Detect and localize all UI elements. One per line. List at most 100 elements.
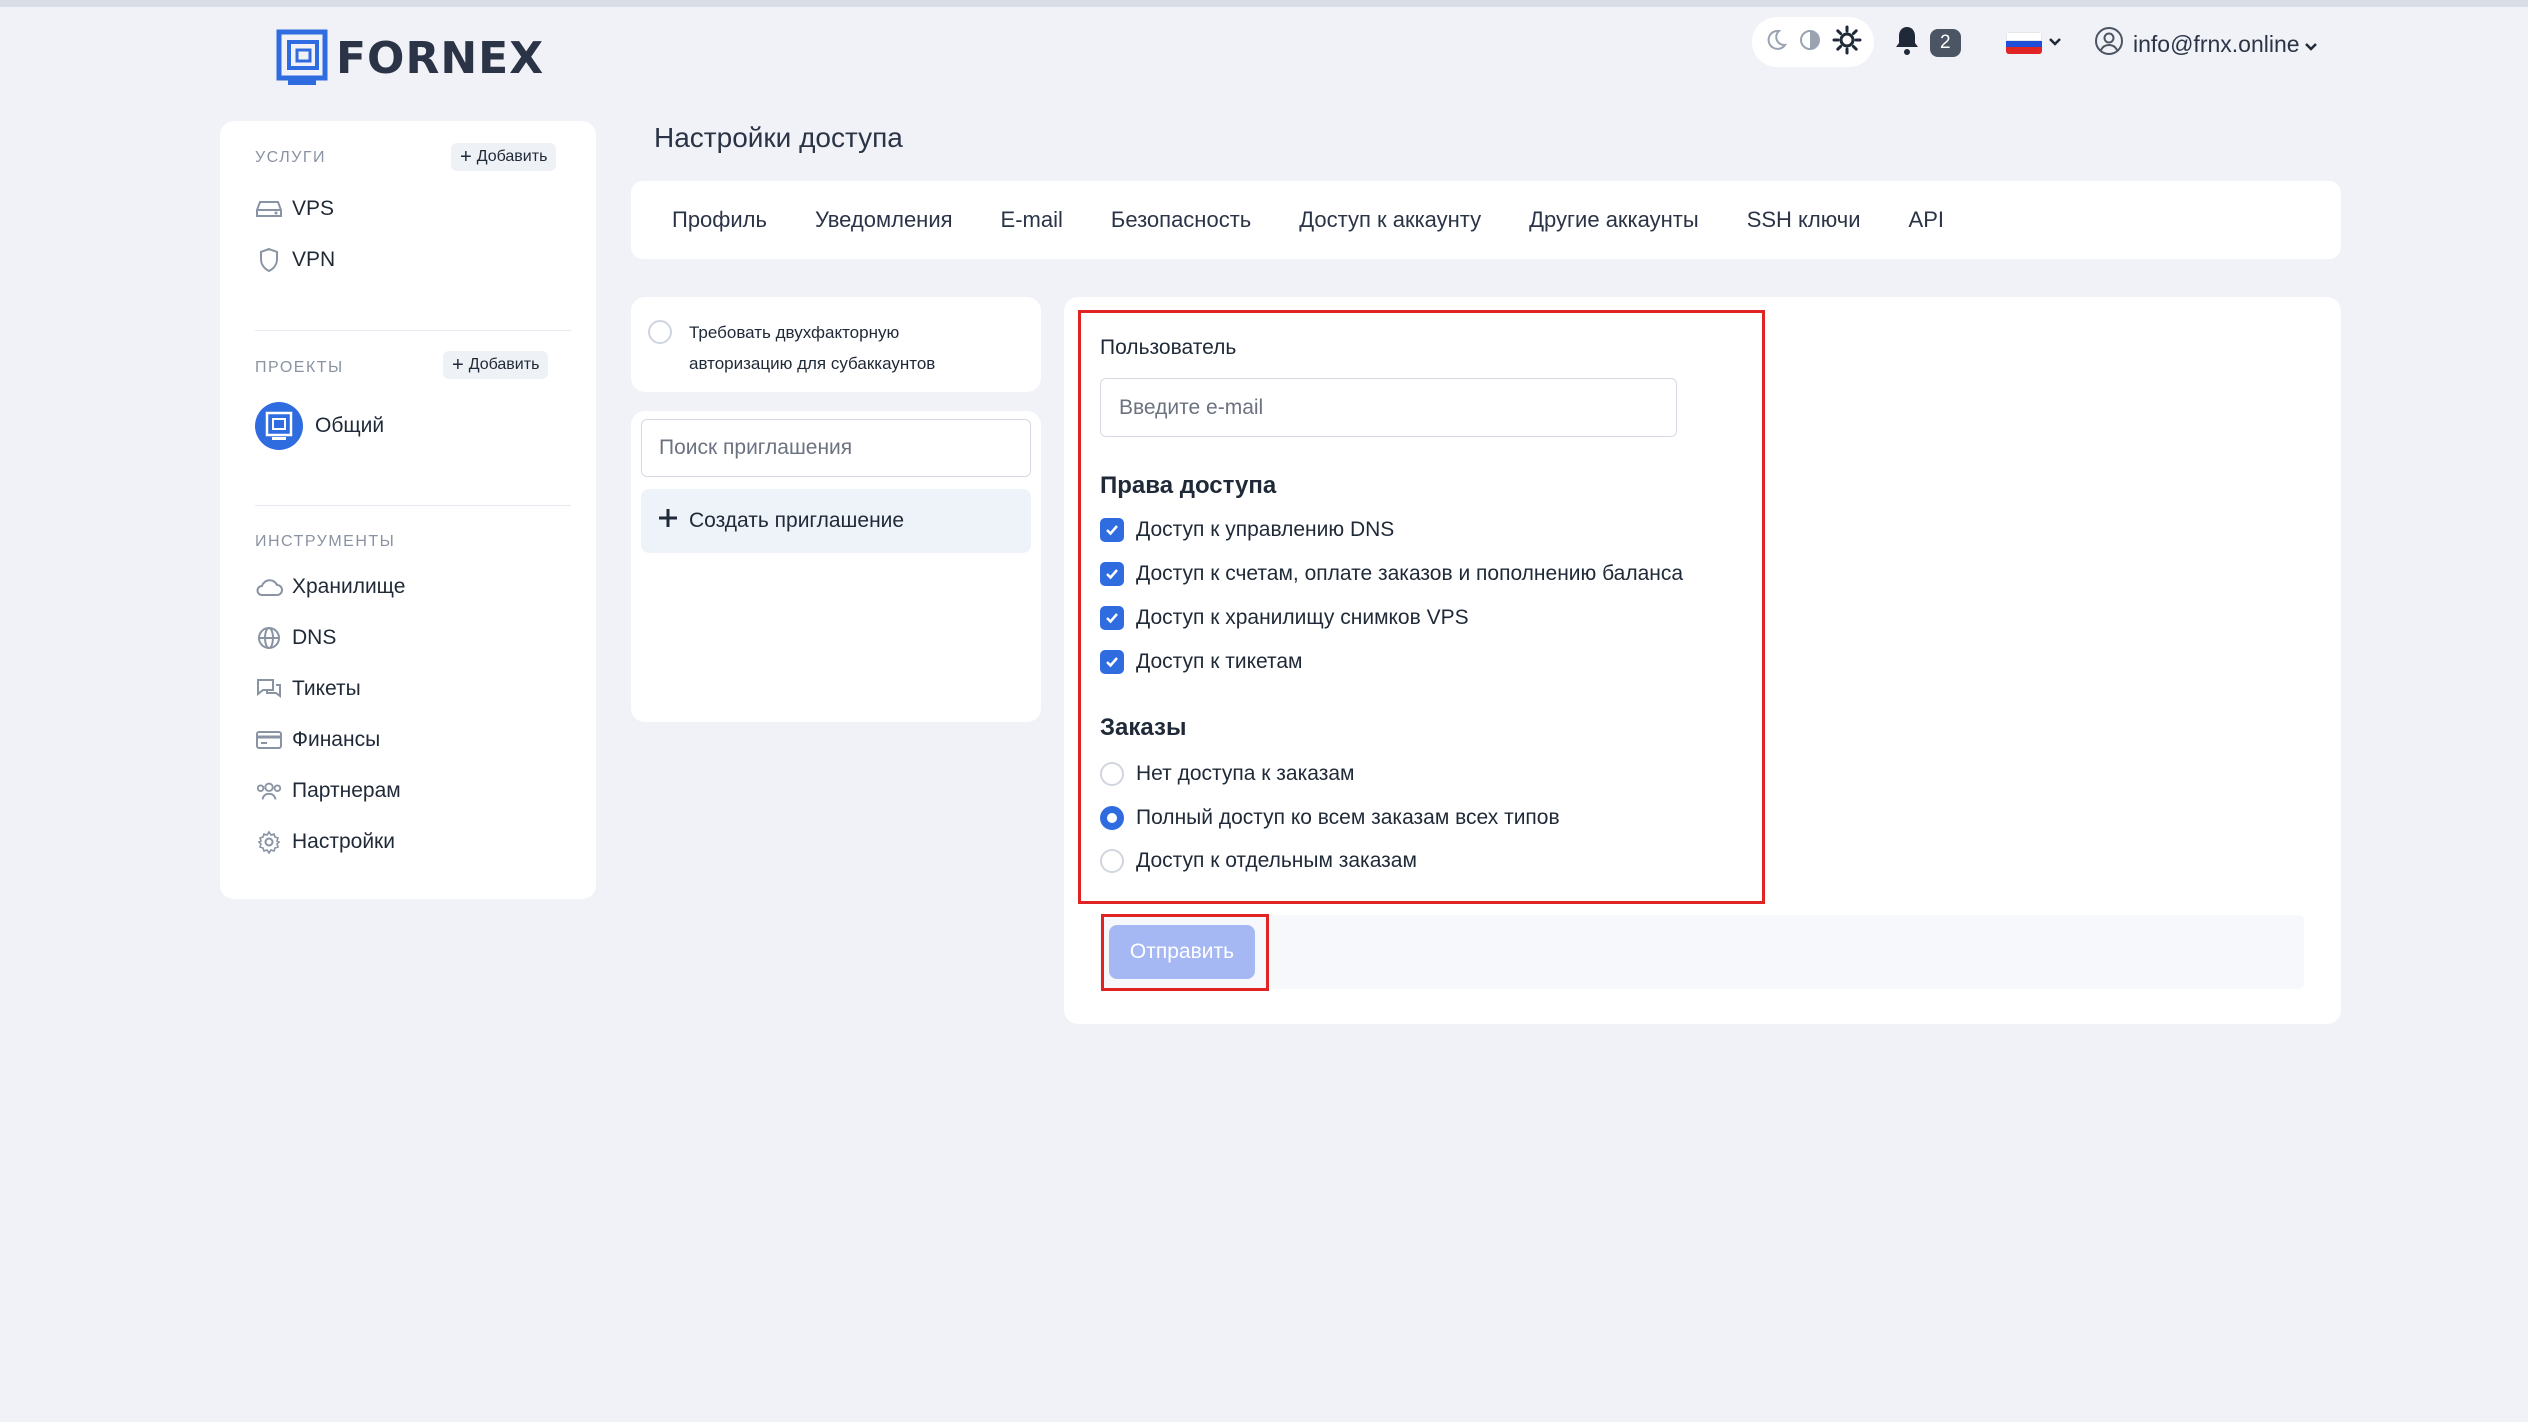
services-heading: УСЛУГИ [255,149,327,166]
add-project-label: Добавить [468,356,540,373]
radio-unselected[interactable] [1100,762,1124,786]
user-label: Пользователь [1100,336,1237,359]
sidebar-item-label: Партнерам [292,779,401,802]
invitations-card: Создать приглашение [631,411,1041,722]
add-project-button[interactable]: + Добавить [443,351,549,379]
twofa-checkbox[interactable] [648,320,672,344]
plus-icon [657,507,679,535]
orders-specific-option[interactable]: Доступ к отдельным заказам [1100,849,1417,873]
sidebar-item-label: VPS [292,197,335,220]
plus-icon: + [452,353,464,376]
checkbox-checked[interactable] [1100,562,1124,586]
checkbox-checked[interactable] [1100,518,1124,542]
sidebar-item-partners[interactable]: Партнерам [255,777,401,805]
top-border [0,0,2528,7]
sidebar-item-settings[interactable]: Настройки [255,828,395,856]
half-moon-icon[interactable] [1799,29,1821,56]
project-label: Общий [315,414,385,437]
chevron-down-icon [2048,34,2062,52]
moon-icon[interactable] [1764,28,1788,57]
create-invitation-label: Создать приглашение [689,509,905,532]
tools-heading: ИНСТРУМЕНТЫ [255,533,396,550]
right-billing-label: Доступ к счетам, оплате заказов и пополн… [1136,562,1684,585]
add-service-label: Добавить [476,148,548,165]
right-tickets-label: Доступ к тикетам [1136,650,1303,673]
orders-title: Заказы [1100,714,1187,741]
tab-api[interactable]: API [1909,207,1944,233]
user-menu[interactable]: info@frnx.online [2094,26,2318,62]
shield-icon [255,246,283,274]
twofa-card: Требовать двухфакторную авторизацию для … [631,297,1041,392]
card-icon [255,726,283,754]
tab-ssh-keys[interactable]: SSH ключи [1747,207,1861,233]
sidebar: УСЛУГИ + Добавить VPS VPN ПРОЕКТЫ + Добави… [220,121,596,899]
right-tickets-option[interactable]: Доступ к тикетам [1100,650,1302,674]
orders-full-label: Полный доступ ко всем заказам всех типов [1136,806,1560,829]
gear-icon [255,828,283,856]
sidebar-item-label: Финансы [292,728,381,751]
tab-account-access[interactable]: Доступ к аккаунту [1299,207,1481,233]
orders-none-label: Нет доступа к заказам [1136,762,1355,785]
sidebar-item-storage[interactable]: Хранилище [255,573,405,601]
chevron-down-icon [2304,31,2318,58]
create-invitation-button[interactable]: Создать приглашение [641,489,1031,553]
sidebar-item-label: Хранилище [292,575,406,598]
checkbox-checked[interactable] [1100,650,1124,674]
orders-full-option[interactable]: Полный доступ ко всем заказам всех типов [1100,806,1560,830]
sidebar-item-vps[interactable]: VPS [255,195,334,223]
tab-other-accounts[interactable]: Другие аккаунты [1529,207,1699,233]
right-snapshots-label: Доступ к хранилищу снимков VPS [1136,606,1469,629]
twofa-label-line1: Требовать двухфакторную [689,323,900,342]
tab-email[interactable]: E-mail [1001,207,1063,233]
orders-none-option[interactable]: Нет доступа к заказам [1100,762,1354,786]
radio-unselected[interactable] [1100,849,1124,873]
sidebar-item-finance[interactable]: Финансы [255,726,380,754]
sidebar-item-vpn[interactable]: VPN [255,246,335,274]
right-billing-option[interactable]: Доступ к счетам, оплате заказов и пополн… [1100,562,1683,586]
server-icon [255,195,283,223]
right-dns-label: Доступ к управлению DNS [1136,518,1395,541]
tab-profile[interactable]: Профиль [672,207,767,233]
sun-icon[interactable] [1832,25,1862,60]
projects-heading: ПРОЕКТЫ [255,359,344,376]
users-icon [255,777,283,805]
bell-icon [1892,24,1922,61]
sidebar-item-label: VPN [292,248,336,271]
rights-title: Права доступа [1100,472,1277,499]
radio-selected[interactable] [1100,806,1124,830]
sidebar-item-label: DNS [292,626,337,649]
flag-ru-icon [2006,32,2042,54]
sidebar-item-label: Настройки [292,830,395,853]
language-select[interactable] [2006,32,2062,54]
logo-icon [276,29,328,85]
project-icon [255,402,303,450]
tab-notifications[interactable]: Уведомления [815,207,953,233]
checkbox-checked[interactable] [1100,606,1124,630]
invitation-search-input[interactable] [641,419,1031,477]
plus-icon: + [460,145,472,168]
user-email: info@frnx.online [2133,30,2300,57]
logo-text: FORNEX [336,32,545,84]
sidebar-item-dns[interactable]: DNS [255,624,336,652]
globe-icon [255,624,283,652]
sidebar-item-tickets[interactable]: Тикеты [255,675,361,703]
chat-icon [255,675,283,703]
notification-count-badge: 2 [1930,28,1961,57]
user-icon [2094,26,2124,62]
submit-button[interactable]: Отправить [1109,925,1255,979]
right-snapshots-option[interactable]: Доступ к хранилищу снимков VPS [1100,606,1469,630]
add-service-button[interactable]: + Добавить [451,143,557,171]
sidebar-item-label: Тикеты [292,677,361,700]
page-title: Настройки доступа [654,122,903,153]
theme-switch[interactable] [1752,17,1874,67]
right-dns-option[interactable]: Доступ к управлению DNS [1100,518,1394,542]
notifications-button[interactable]: 2 [1892,24,1961,61]
logo[interactable]: FORNEX [276,28,544,88]
orders-specific-label: Доступ к отдельным заказам [1136,849,1417,872]
email-field[interactable] [1100,378,1677,437]
sidebar-divider [255,505,571,506]
tab-security[interactable]: Безопасность [1111,207,1251,233]
cloud-icon [255,573,283,601]
project-item-general[interactable]: Общий [255,402,384,450]
settings-tabs: Профиль Уведомления E-mail Безопасность … [631,181,2341,259]
